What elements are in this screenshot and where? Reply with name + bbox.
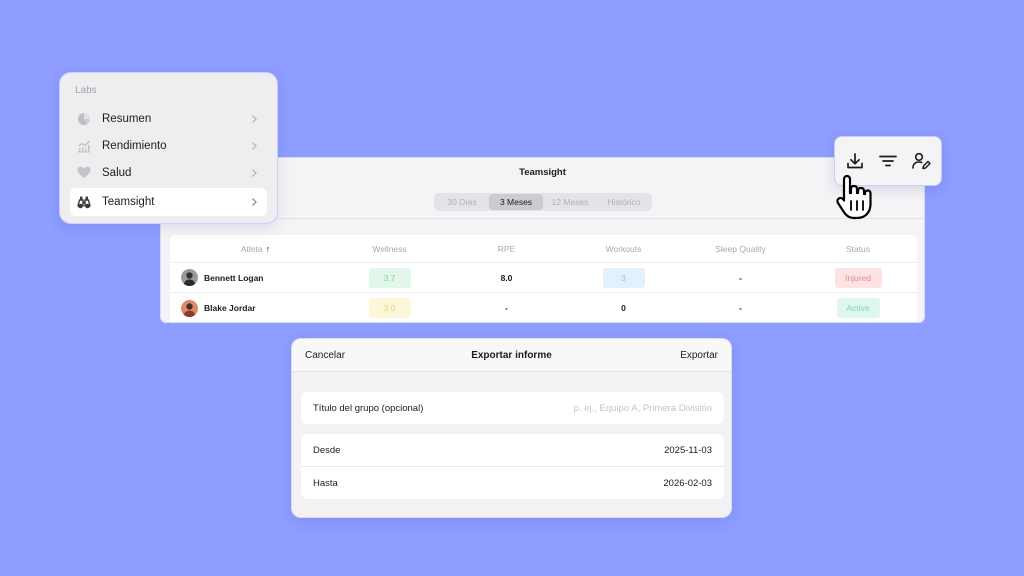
chevron-right-icon <box>252 198 257 206</box>
column-header-wellness[interactable]: Wellness <box>331 244 448 254</box>
workouts-value: 0 <box>621 303 626 313</box>
column-header-workouts[interactable]: Workouts <box>565 244 682 254</box>
dialog-title: Exportar informe <box>471 349 552 361</box>
to-date-value: 2026-02-03 <box>663 477 712 489</box>
chevron-right-icon <box>252 141 257 150</box>
range-30-dias[interactable]: 30 Días <box>435 194 489 210</box>
labs-title: Labs <box>75 85 97 96</box>
group-title-label: Título del grupo (opcional) <box>313 402 424 414</box>
table-row[interactable]: Bennett Logan 3.7 8.0 3 - Injured <box>170 263 917 293</box>
athlete-name: Blake Jordar <box>204 303 256 313</box>
range-historico[interactable]: Histórico <box>597 194 651 210</box>
labs-menu: Labs Resumen Rendimiento Salud Teamsight <box>59 72 278 224</box>
column-header-atleta[interactable]: Atleta ↑ <box>170 244 331 254</box>
from-date-value: 2025-11-03 <box>664 444 712 456</box>
table-header: Atleta ↑ Wellness RPE Workouts Sleep Qua… <box>170 235 917 263</box>
download-icon <box>847 153 864 169</box>
line-chart-icon <box>76 138 92 154</box>
range-3-meses[interactable]: 3 Meses <box>489 194 543 210</box>
group-title-input[interactable] <box>423 402 712 414</box>
edit-user-button[interactable] <box>908 148 934 174</box>
column-header-rpe[interactable]: RPE <box>448 244 565 254</box>
binoculars-icon <box>76 194 92 210</box>
sleep-quality-value: - <box>739 303 742 313</box>
column-header-status[interactable]: Status <box>799 244 917 254</box>
workouts-chip: 3 <box>602 267 645 288</box>
date-range-card: Desde 2025-11-03 Hasta 2026-02-03 <box>301 434 724 499</box>
filter-icon <box>879 155 897 167</box>
chevron-right-icon <box>252 168 257 177</box>
avatar <box>181 269 198 286</box>
labs-item-rendimiento[interactable]: Rendimiento <box>70 132 267 159</box>
group-title-card: Título del grupo (opcional) <box>301 392 724 424</box>
edit-user-icon <box>911 152 931 170</box>
wellness-chip: 3.7 <box>368 267 411 288</box>
filter-button[interactable] <box>875 148 901 174</box>
dialog-header: Cancelar Exportar informe Exportar <box>292 339 731 372</box>
to-label: Hasta <box>313 477 338 489</box>
cancel-button[interactable]: Cancelar <box>305 350 345 361</box>
athlete-table: Atleta ↑ Wellness RPE Workouts Sleep Qua… <box>170 235 917 322</box>
heart-icon <box>76 165 92 181</box>
status-badge: Injured <box>834 267 882 288</box>
table-row[interactable]: Blake Jordar 3.0 - 0 - Active <box>170 293 917 322</box>
export-report-dialog: Cancelar Exportar informe Exportar Títul… <box>291 338 732 518</box>
labs-item-salud[interactable]: Salud <box>70 159 267 186</box>
download-button[interactable] <box>842 148 868 174</box>
chevron-right-icon <box>252 114 257 123</box>
labs-item-teamsight[interactable]: Teamsight <box>70 188 267 216</box>
athlete-name: Bennett Logan <box>204 272 264 283</box>
sort-ascending-icon: ↑ <box>265 243 271 254</box>
labs-item-label: Resumen <box>102 112 152 125</box>
to-date-row[interactable]: Hasta 2026-02-03 <box>301 466 724 499</box>
status-badge: Active <box>836 298 880 318</box>
labs-item-label: Salud <box>102 166 132 179</box>
range-12-meses[interactable]: 12 Meses <box>543 194 597 210</box>
pie-chart-icon <box>76 111 92 127</box>
labs-item-resumen[interactable]: Resumen <box>70 105 267 132</box>
sleep-quality-value: - <box>739 272 742 283</box>
athlete-cell: Bennett Logan <box>170 269 331 286</box>
hand-pointer-icon <box>836 174 872 220</box>
from-date-row[interactable]: Desde 2025-11-03 <box>301 434 724 466</box>
export-button[interactable]: Exportar <box>680 350 718 361</box>
avatar <box>181 299 198 317</box>
wellness-chip: 3.0 <box>368 298 411 318</box>
column-header-sleep-quality[interactable]: Sleep Quality <box>682 244 799 254</box>
rpe-value: 8.0 <box>500 272 513 283</box>
range-segmented-control: 30 Días 3 Meses 12 Meses Histórico <box>434 193 652 211</box>
labs-item-label: Rendimiento <box>102 139 167 152</box>
rpe-value: - <box>505 303 508 313</box>
from-label: Desde <box>313 444 341 456</box>
athlete-cell: Blake Jordar <box>170 299 331 317</box>
labs-item-label: Teamsight <box>102 196 155 208</box>
